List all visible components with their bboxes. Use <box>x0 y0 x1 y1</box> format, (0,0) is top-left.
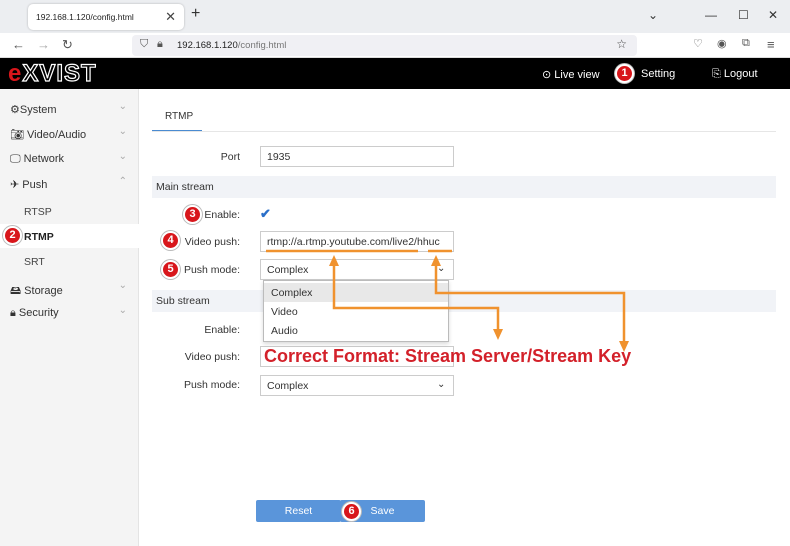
annotation-text: Correct Format: Stream Server/Stream Key <box>264 346 632 366</box>
annotation-arrows <box>266 249 629 352</box>
arrow-key <box>434 262 626 342</box>
arrowhead-key-up <box>431 255 441 266</box>
annotation-badge-4: 4 <box>161 231 180 250</box>
annotation-badge-5: 5 <box>161 260 180 279</box>
arrow-server <box>332 262 500 330</box>
annotation-badge-3: 3 <box>183 205 202 224</box>
arrowhead-server-up <box>329 255 339 266</box>
arrowhead-server-down <box>493 329 503 340</box>
annotation-badge-6: 6 <box>342 502 361 521</box>
annotation-badge-2: 2 <box>3 226 22 245</box>
annotation-badge-1: 1 <box>615 64 634 83</box>
